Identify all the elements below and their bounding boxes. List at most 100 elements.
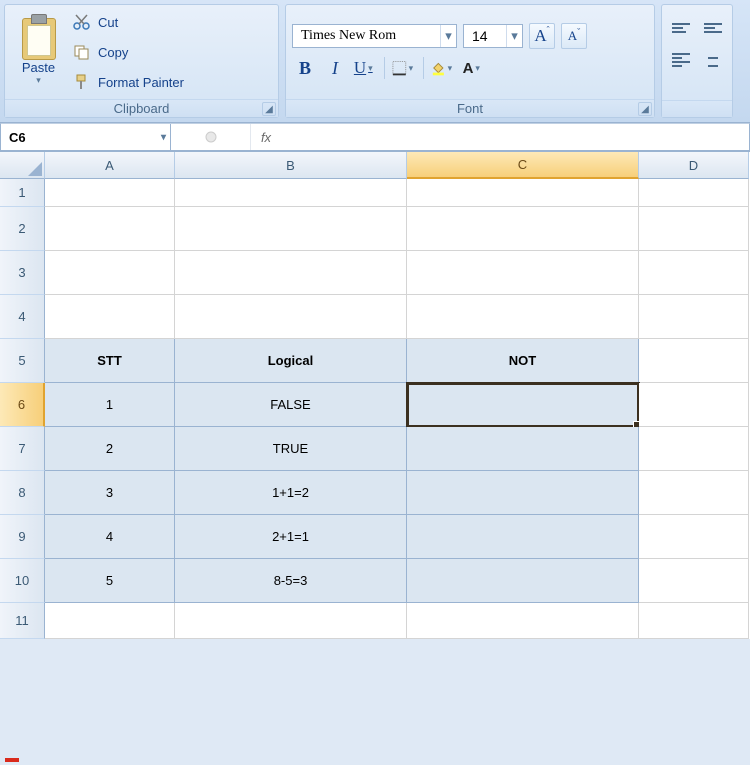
- cell-d8[interactable]: [639, 471, 749, 515]
- select-all-corner[interactable]: [0, 152, 45, 179]
- cell-a11[interactable]: [45, 603, 175, 639]
- align-middle-button[interactable]: [700, 15, 726, 41]
- chevron-down-icon: ▾: [448, 63, 455, 74]
- bold-button[interactable]: B: [292, 55, 318, 81]
- row8-label: 8: [18, 485, 25, 500]
- cell-b4[interactable]: [175, 295, 407, 339]
- cell-d4[interactable]: [639, 295, 749, 339]
- val-b10: 8-5=3: [274, 573, 308, 588]
- row-5: 5 STT Logical NOT: [0, 339, 750, 383]
- row-header-8[interactable]: 8: [0, 471, 45, 515]
- cell-b6[interactable]: FALSE: [175, 383, 407, 427]
- cell-c3[interactable]: [407, 251, 639, 295]
- col-header-d[interactable]: D: [639, 152, 749, 179]
- cell-d2[interactable]: [639, 207, 749, 251]
- cell-b8[interactable]: 1+1=2: [175, 471, 407, 515]
- paste-label: Paste: [22, 60, 55, 75]
- insert-function-button[interactable]: fx: [251, 130, 281, 145]
- clipboard-label-text: Clipboard: [114, 101, 170, 116]
- cell-a9[interactable]: 4: [45, 515, 175, 559]
- col-header-c[interactable]: C: [407, 152, 639, 179]
- cell-b1[interactable]: [175, 179, 407, 207]
- cell-d11[interactable]: [639, 603, 749, 639]
- cell-c1[interactable]: [407, 179, 639, 207]
- row-header-1[interactable]: 1: [0, 179, 45, 207]
- align-left-button[interactable]: [668, 47, 694, 73]
- cell-a10[interactable]: 5: [45, 559, 175, 603]
- cell-b3[interactable]: [175, 251, 407, 295]
- formula-input[interactable]: [281, 124, 749, 150]
- cell-a7[interactable]: 2: [45, 427, 175, 471]
- row-header-5[interactable]: 5: [0, 339, 45, 383]
- borders-button[interactable]: ▾: [391, 55, 417, 81]
- cell-d1[interactable]: [639, 179, 749, 207]
- col-header-a[interactable]: A: [45, 152, 175, 179]
- row10-label: 10: [15, 573, 29, 588]
- cell-c9[interactable]: [407, 515, 639, 559]
- cell-d7[interactable]: [639, 427, 749, 471]
- cell-d6[interactable]: [639, 383, 749, 427]
- alignment-group: [661, 4, 733, 118]
- cut-button[interactable]: Cut: [72, 8, 184, 36]
- cell-a4[interactable]: [45, 295, 175, 339]
- cell-a5[interactable]: STT: [45, 339, 175, 383]
- cell-d9[interactable]: [639, 515, 749, 559]
- dialog-launcher-icon[interactable]: ◢: [638, 102, 652, 116]
- cell-b10[interactable]: 8-5=3: [175, 559, 407, 603]
- row-header-6[interactable]: 6: [0, 383, 45, 427]
- font-size-combo[interactable]: 14 ▾: [463, 24, 523, 48]
- underline-button[interactable]: U▾: [352, 55, 378, 81]
- align-top-button[interactable]: [668, 15, 694, 41]
- row-9: 9 4 2+1=1: [0, 515, 750, 559]
- dialog-launcher-icon[interactable]: ◢: [262, 102, 276, 116]
- cell-c8[interactable]: [407, 471, 639, 515]
- row-header-11[interactable]: 11: [0, 603, 45, 639]
- cell-b7[interactable]: TRUE: [175, 427, 407, 471]
- format-painter-button[interactable]: Format Painter: [72, 68, 184, 96]
- fx-label: fx: [261, 130, 271, 145]
- row-header-4[interactable]: 4: [0, 295, 45, 339]
- cell-b9[interactable]: 2+1=1: [175, 515, 407, 559]
- cell-a2[interactable]: [45, 207, 175, 251]
- row2-label: 2: [18, 221, 25, 236]
- col-header-b[interactable]: B: [175, 152, 407, 179]
- cell-b5[interactable]: Logical: [175, 339, 407, 383]
- cell-a3[interactable]: [45, 251, 175, 295]
- font-color-button[interactable]: A ▾: [460, 55, 486, 81]
- fill-color-button[interactable]: ▾: [430, 55, 456, 81]
- row-header-7[interactable]: 7: [0, 427, 45, 471]
- grow-font-button[interactable]: Aˆ: [529, 23, 555, 49]
- copy-button[interactable]: Copy: [72, 38, 184, 66]
- font-name-combo[interactable]: Times New Rom ▾: [292, 24, 457, 48]
- row-header-10[interactable]: 10: [0, 559, 45, 603]
- row-header-3[interactable]: 3: [0, 251, 45, 295]
- name-box[interactable]: C6 ▾: [1, 124, 171, 150]
- val-a10: 5: [106, 573, 113, 588]
- paste-button[interactable]: Paste ▾: [11, 7, 66, 97]
- chevron-down-icon: ▾: [475, 63, 483, 74]
- shrink-font-button[interactable]: Aˇ: [561, 23, 587, 49]
- align-center-button[interactable]: [700, 47, 726, 73]
- cell-a1[interactable]: [45, 179, 175, 207]
- cell-c5[interactable]: NOT: [407, 339, 639, 383]
- cell-d5[interactable]: [639, 339, 749, 383]
- row-header-2[interactable]: 2: [0, 207, 45, 251]
- cell-c7[interactable]: [407, 427, 639, 471]
- cell-c6[interactable]: [407, 383, 639, 427]
- cell-c2[interactable]: [407, 207, 639, 251]
- column-headers: A B C D: [0, 152, 750, 179]
- font-size-value: 14: [464, 28, 496, 44]
- cell-c11[interactable]: [407, 603, 639, 639]
- cell-b11[interactable]: [175, 603, 407, 639]
- cell-c4[interactable]: [407, 295, 639, 339]
- cell-a6[interactable]: 1: [45, 383, 175, 427]
- italic-button[interactable]: I: [322, 55, 348, 81]
- cell-b2[interactable]: [175, 207, 407, 251]
- formula-bar: C6 ▾ fx: [0, 123, 750, 151]
- cell-d10[interactable]: [639, 559, 749, 603]
- row-3: 3: [0, 251, 750, 295]
- cell-a8[interactable]: 3: [45, 471, 175, 515]
- row-header-9[interactable]: 9: [0, 515, 45, 559]
- cell-c10[interactable]: [407, 559, 639, 603]
- cell-d3[interactable]: [639, 251, 749, 295]
